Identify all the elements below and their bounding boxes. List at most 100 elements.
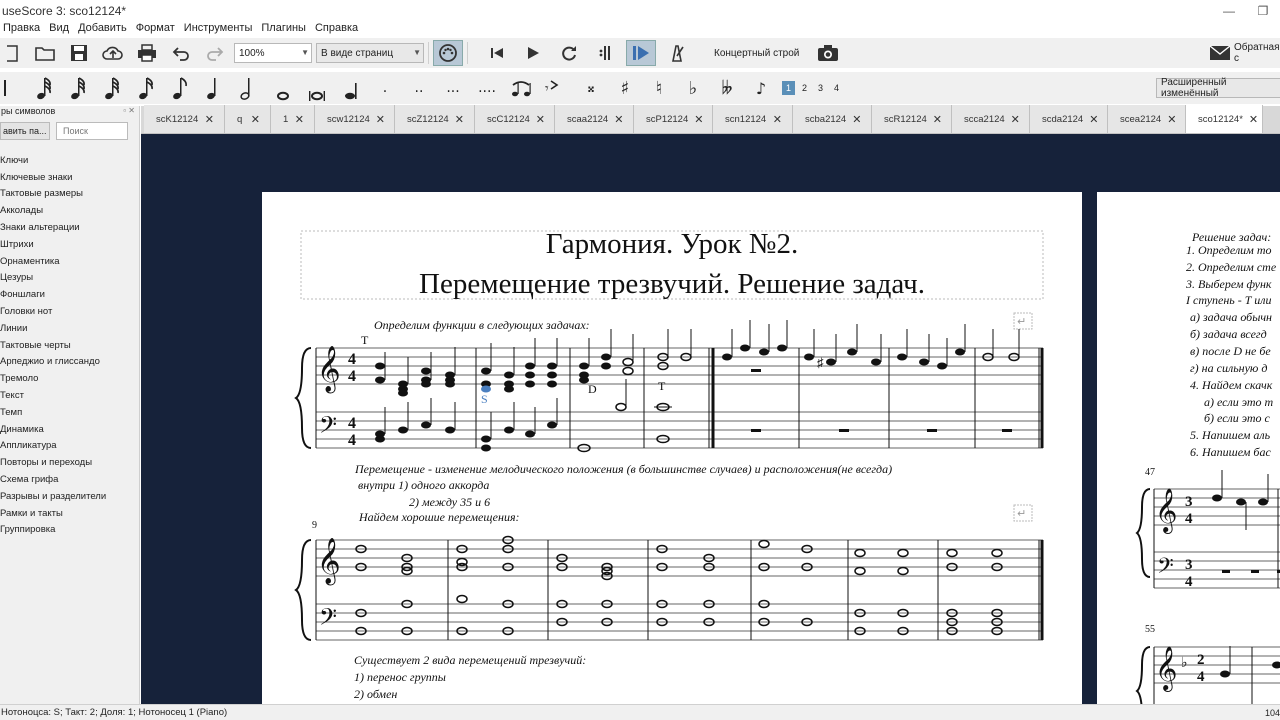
metronome-icon[interactable] [664,40,690,66]
menu-edit[interactable]: Правка [0,22,46,34]
close-icon[interactable]: ✕ [852,113,861,126]
tab-scda2124[interactable]: scda2124 ✕ [1030,105,1108,133]
palette-item-grace-notes[interactable]: Фоншлаги [0,286,139,303]
tab-scP12124[interactable]: scP12124 ✕ [634,105,713,133]
palette-item-articulations[interactable]: Штрихи [0,236,139,253]
palette-item-tempo[interactable]: Темп [0,404,139,421]
note-16th-icon[interactable] [130,74,164,102]
palette-item-breaks[interactable]: Разрывы и разделители [0,488,139,505]
close-icon[interactable]: ✕ [536,113,545,126]
close-icon[interactable]: ✕ [1249,113,1258,126]
tie-icon[interactable] [504,74,538,102]
double-flat-icon[interactable]: 𝄫 [710,74,744,102]
note-64th-icon[interactable] [62,74,96,102]
definition-text[interactable]: Перемещение - изменение мелодического по… [354,462,892,476]
definition-between[interactable]: 2) между 35 и 6 [409,495,490,509]
add-palette-button[interactable]: авить па... [0,122,50,140]
notes-measure-4[interactable] [654,352,692,444]
palette-search-input[interactable]: Поиск [56,122,128,140]
note-breve-icon[interactable] [300,74,334,102]
tab-scaa2124[interactable]: scaa2124 ✕ [555,105,634,133]
menu-add[interactable]: Добавить [75,22,133,34]
function-label-s[interactable]: S [481,392,488,406]
note-half-icon[interactable] [232,74,266,102]
note-eighth-icon[interactable] [164,74,198,102]
tab-1[interactable]: 1 ✕ [271,105,315,133]
note-32nd-icon[interactable] [96,74,130,102]
play-repeats-icon[interactable] [592,40,618,66]
type-1-text[interactable]: 1) перенос группы [354,670,446,684]
note-input-mode-icon[interactable] [0,74,14,102]
palette-item-key-signatures[interactable]: Ключевые знаки [0,169,139,186]
page2-line-6[interactable]: б) задача всегд [1190,327,1267,341]
open-folder-icon[interactable] [32,40,58,66]
sharp-icon[interactable]: ♯ [608,74,642,102]
note-longa-icon[interactable] [334,74,368,102]
play-icon[interactable] [520,40,546,66]
voice-1-button[interactable]: 1 [782,81,795,95]
palette-item-repeats[interactable]: Повторы и переходы [0,454,139,471]
note-128th-icon[interactable] [28,74,62,102]
maximize-button[interactable]: ❐ [1246,0,1280,22]
close-icon[interactable]: ✕ [773,113,782,126]
palette-item-dynamics[interactable]: Динамика [0,421,139,438]
palette-item-fretboard[interactable]: Схема грифа [0,471,139,488]
page2-line-3[interactable]: 3. Выберем функ [1185,277,1272,291]
page2-line-5[interactable]: а) задача обычн [1190,310,1272,324]
score-subtitle[interactable]: Перемещение трезвучий. Решение задач. [419,268,925,300]
tab-q[interactable]: q ✕ [225,105,271,133]
palette-item-arpeggios[interactable]: Арпеджио и глиссандо [0,354,139,371]
redo-icon[interactable] [202,40,228,66]
palette-item-beams[interactable]: Группировка [0,522,139,539]
instruction-text[interactable]: Определим функции в следующих задачах: [374,318,590,332]
page2-line-9[interactable]: 4. Найдем скачк [1190,378,1273,392]
palette-item-tremolos[interactable]: Тремоло [0,370,139,387]
zoom-select[interactable]: 100% ▼ [234,43,312,63]
menu-plugins[interactable]: Плагины [258,22,312,34]
menu-view[interactable]: Вид [46,22,75,34]
voice-2-button[interactable]: 2 [798,81,811,95]
undo-icon[interactable] [168,40,194,66]
tab-scba2124[interactable]: scba2124 ✕ [793,105,872,133]
cloud-upload-icon[interactable] [100,40,126,66]
flip-direction-icon[interactable]: ♪ [744,74,778,102]
menu-format[interactable]: Формат [133,22,181,34]
rewind-icon[interactable] [484,40,510,66]
palette-item-brackets[interactable]: Акколады [0,202,139,219]
close-icon[interactable]: ✕ [1167,113,1176,126]
page2-line-1[interactable]: 1. Определим то [1186,243,1272,257]
find-text[interactable]: Найдем хорошие перемещения: [358,510,520,524]
note-quarter-icon[interactable] [198,74,232,102]
double-dot-icon[interactable]: .. [402,74,436,102]
tab-scn12124[interactable]: scn12124 ✕ [713,105,793,133]
close-icon[interactable]: ✕ [1089,113,1098,126]
workspace-select[interactable]: Расширенный изменённый [1156,77,1280,99]
tab-scC12124[interactable]: scC12124 ✕ [475,105,555,133]
voice-3-button[interactable]: 3 [814,81,827,95]
new-score-icon[interactable] [0,40,26,66]
minimize-button[interactable]: — [1212,0,1246,22]
rest-icon[interactable]: 𝄾 [538,74,572,102]
menu-tools[interactable]: Инструменты [181,22,259,34]
notes-measure-3[interactable] [577,353,634,453]
palette-item-breaths[interactable]: Цезуры [0,270,139,287]
palette-item-text[interactable]: Текст [0,387,139,404]
flat-icon[interactable]: ♭ [676,74,710,102]
palette-item-accidentals[interactable]: Знаки альтерации [0,219,139,236]
palette-item-barlines[interactable]: Тактовые черты [0,337,139,354]
function-label-d[interactable]: D [588,382,597,396]
midi-input-icon[interactable] [433,40,463,66]
page2-line-8[interactable]: г) на сильную д [1190,361,1267,375]
definition-inside[interactable]: внутри 1) одного аккорда [358,478,489,492]
tab-scw12124[interactable]: scw12124 ✕ [315,105,395,133]
page2-line-11[interactable]: б) если это с [1204,411,1271,425]
palette-item-fingering[interactable]: Аппликатура [0,438,139,455]
double-sharp-icon[interactable]: 𝄪 [574,74,608,102]
loop-icon[interactable] [556,40,582,66]
close-icon[interactable]: ✕ [455,113,464,126]
close-icon[interactable]: ✕ [205,113,214,126]
page2-line-0[interactable]: Решение задач: [1191,230,1271,244]
palette-item-time-signatures[interactable]: Тактовые размеры [0,186,139,203]
page2-note[interactable] [1220,670,1230,678]
print-icon[interactable] [134,40,160,66]
